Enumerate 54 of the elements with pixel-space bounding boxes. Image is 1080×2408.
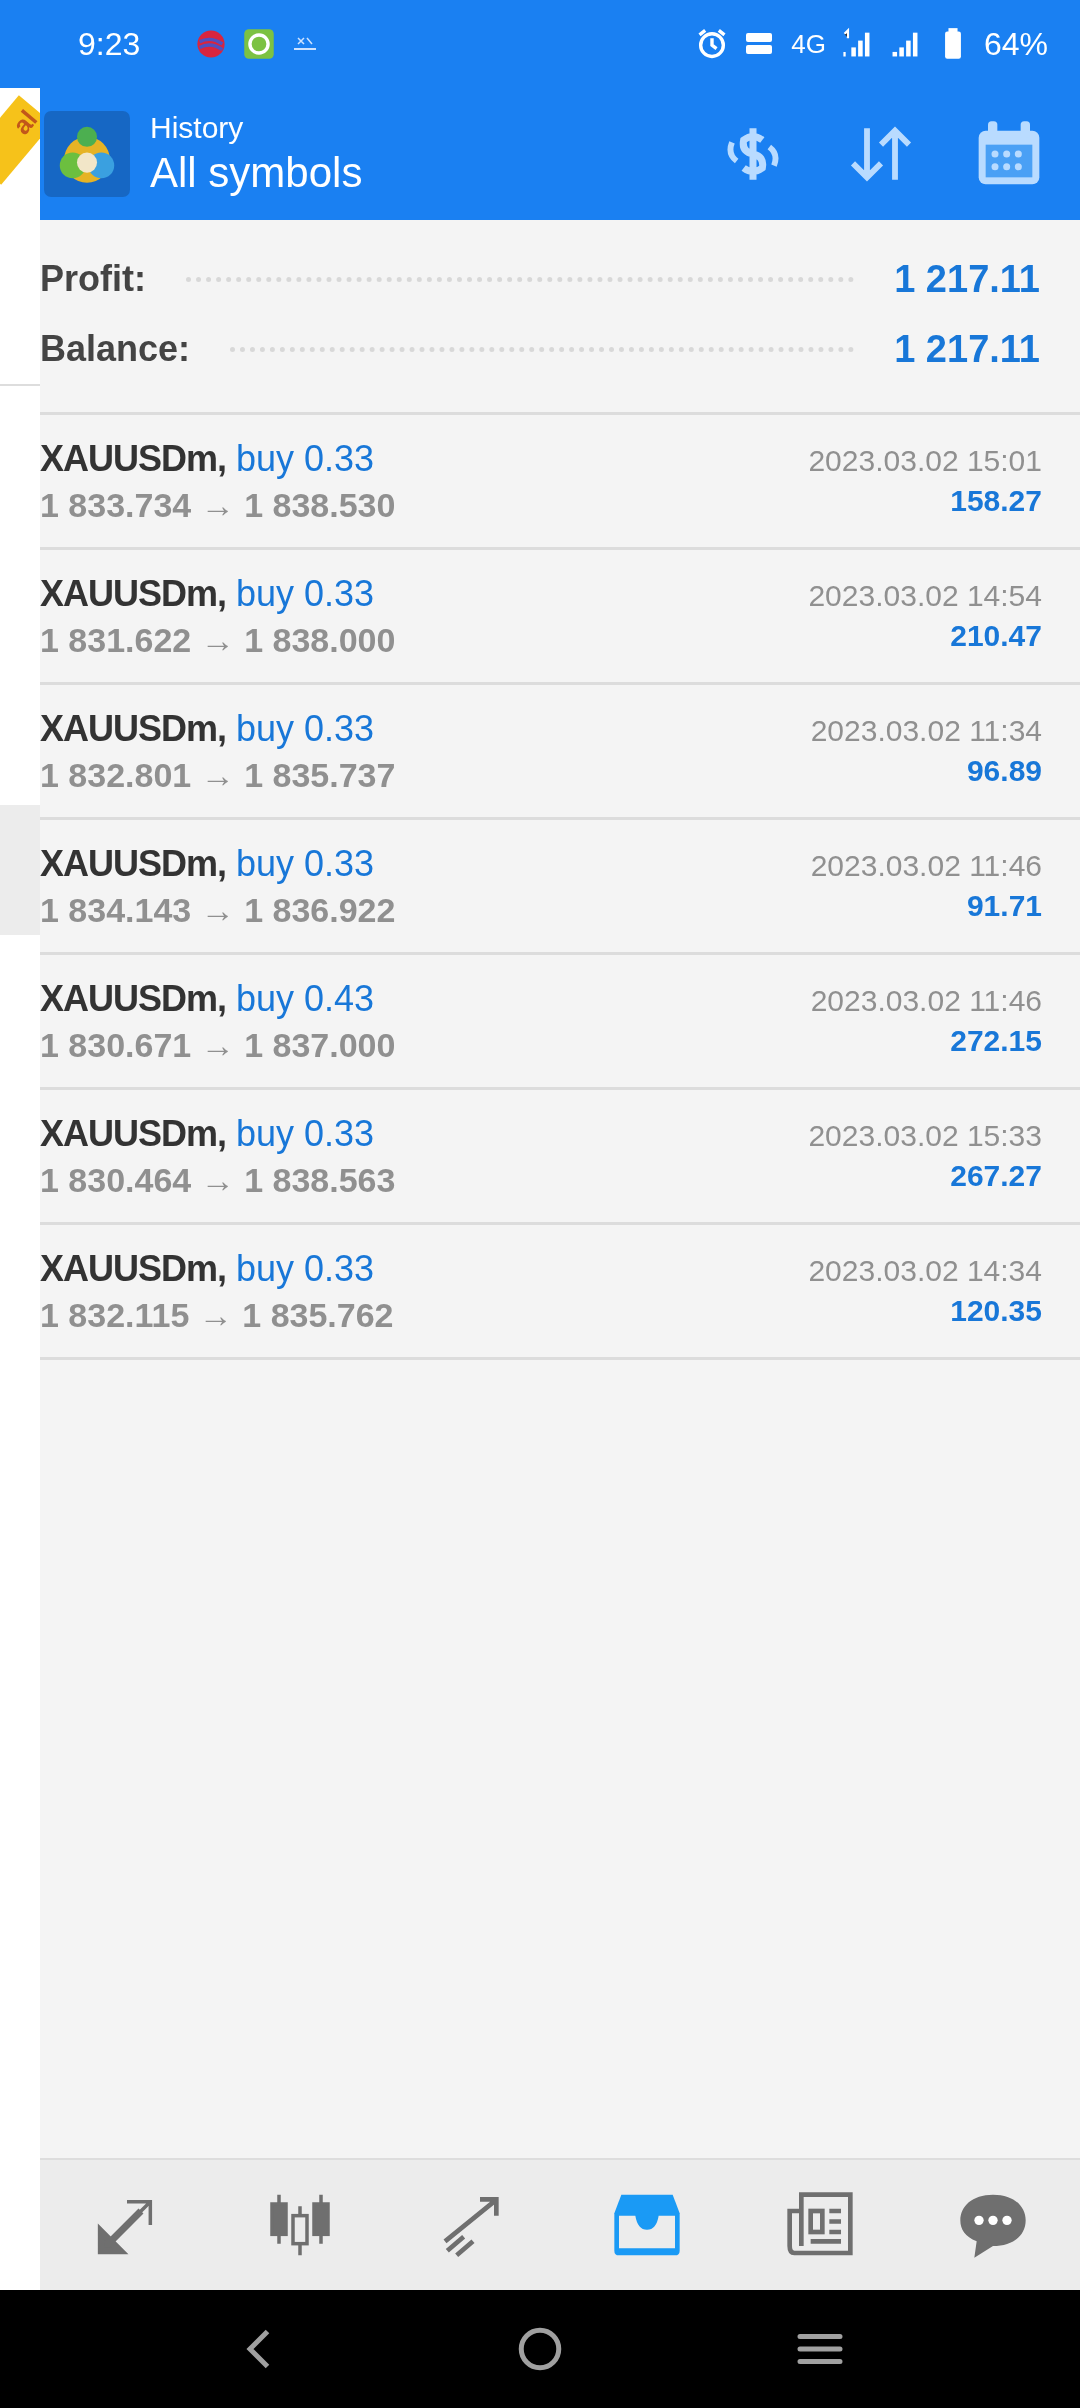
trade-symbol: XAUUSDm, (40, 1112, 227, 1155)
trade-row[interactable]: XAUUSDm, buy 0.33 1 832.115 → 1 835.762 2023.03.02 14:34 120.35 (40, 1225, 1080, 1360)
trade-symbol: XAUUSDm, (40, 1247, 227, 1290)
trade-side: buy 0.33 (236, 572, 375, 615)
trade-prices: 1 830.671 → 1 837.000 (40, 1025, 396, 1065)
trade-prices: 1 830.464 → 1 838.563 (40, 1160, 396, 1200)
trade-prices: 1 832.801 → 1 835.737 (40, 755, 396, 795)
trade-profit: 91.71 (966, 889, 1042, 923)
notification-app-icon (242, 27, 277, 61)
trade-side: buy 0.33 (236, 437, 375, 480)
trade-symbol: XAUUSDm, (40, 437, 227, 480)
trade-profit: 158.27 (950, 484, 1042, 518)
battery-percent: 64% (983, 25, 1048, 63)
trade-row[interactable]: XAUUSDm, buy 0.33 1 834.143 → 1 836.922 2023.03.02 11:46 91.71 (40, 820, 1080, 955)
trade-time: 2023.03.02 11:46 (810, 984, 1042, 1018)
summary-label: Balance: (40, 328, 191, 370)
trade-profit: 96.89 (966, 754, 1042, 788)
trade-time: 2023.03.02 14:34 (808, 1254, 1042, 1288)
trade-time: 2023.03.02 15:33 (808, 1119, 1042, 1153)
app-logo-icon[interactable] (44, 111, 130, 197)
trade-time: 2023.03.02 11:46 (810, 849, 1042, 883)
status-time: 9:23 (78, 25, 141, 63)
trade-symbol: XAUUSDm, (40, 842, 227, 885)
trade-profit: 272.15 (950, 1024, 1042, 1058)
trade-profit: 120.35 (950, 1294, 1042, 1328)
trade-profit: 267.27 (950, 1159, 1042, 1193)
trade-row[interactable]: XAUUSDm, buy 0.33 1 833.734 → 1 838.530 2023.03.02 15:01 158.27 (40, 415, 1080, 550)
trade-prices: 1 832.115 → 1 835.762 (40, 1295, 394, 1335)
summary-label: Profit: (40, 258, 146, 300)
trade-side: buy 0.33 (236, 842, 375, 885)
trade-row[interactable]: XAUUSDm, buy 0.33 1 832.801 → 1 835.737 2023.03.02 11:34 96.89 (40, 685, 1080, 820)
trade-prices: 1 833.734 → 1 838.530 (40, 485, 396, 525)
account-ribbon: al (0, 95, 40, 185)
trade-time: 2023.03.02 15:01 (808, 444, 1042, 478)
trade-side: buy 0.33 (236, 1112, 375, 1155)
trade-time: 2023.03.02 11:34 (810, 714, 1042, 748)
trade-row[interactable]: XAUUSDm, buy 0.43 1 830.671 → 1 837.000 2023.03.02 11:46 272.15 (40, 955, 1080, 1090)
trade-side: buy 0.33 (236, 1247, 375, 1290)
trade-prices: 1 831.622 → 1 838.000 (40, 620, 396, 660)
trade-prices: 1 834.143 → 1 836.922 (40, 890, 396, 930)
trade-profit: 210.47 (950, 619, 1042, 653)
trade-symbol: XAUUSDm, (40, 572, 227, 615)
screen-title: History (150, 111, 245, 145)
trade-time: 2023.03.02 14:54 (808, 579, 1042, 613)
trade-row[interactable]: XAUUSDm, buy 0.33 1 831.622 → 1 838.000 2023.03.02 14:54 210.47 (40, 550, 1080, 685)
trade-side: buy 0.43 (236, 977, 375, 1020)
summary-value: 1 217.11 (894, 327, 1040, 371)
network-type: 4G (791, 28, 826, 60)
trade-row[interactable]: XAUUSDm, buy 0.33 1 830.464 → 1 838.563 2023.03.02 15:33 267.27 (40, 1090, 1080, 1225)
trade-side: buy 0.33 (236, 707, 375, 750)
trade-symbol: XAUUSDm, (40, 707, 227, 750)
summary-value: 1 217.11 (894, 257, 1040, 301)
trade-symbol: XAUUSDm, (40, 977, 227, 1020)
symbol-filter[interactable]: All symbols (150, 149, 660, 197)
